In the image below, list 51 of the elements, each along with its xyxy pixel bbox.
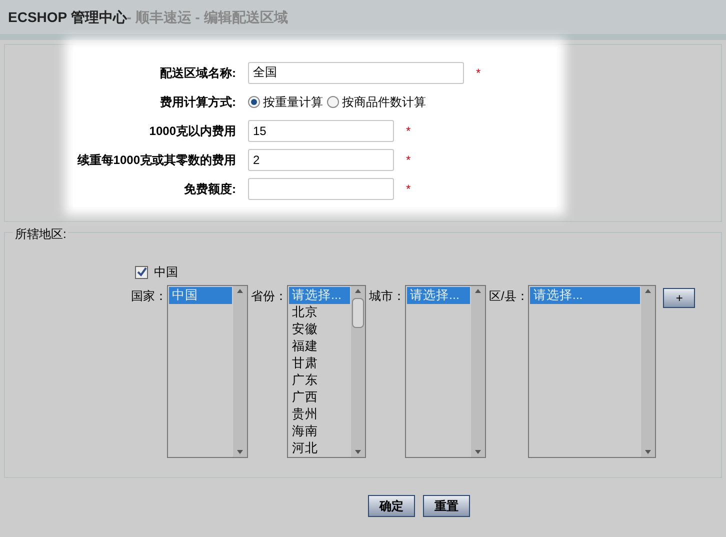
check-icon [136, 267, 146, 277]
scrollbar-drawing[interactable] [641, 286, 656, 457]
list-option[interactable]: 北京 [289, 304, 350, 321]
radio-option[interactable]: 按重量计算 [248, 92, 323, 110]
list-label: 国家： [131, 288, 167, 305]
scrollbar-drawing[interactable] [471, 286, 485, 457]
scrollbar-drawing[interactable] [351, 286, 365, 457]
field-label: 1000克以内费用 [148, 122, 237, 140]
section-legend: 所辖地区: [13, 225, 68, 243]
list-box[interactable]: 请选择... 北京 安徽 福建 甘肃 广东 广西 贵州 海南 河北 [287, 285, 366, 458]
radio-button[interactable] [248, 96, 260, 108]
region-checkbox-option[interactable]: 中国 [135, 263, 721, 281]
radio-button[interactable] [327, 96, 339, 108]
list-option[interactable]: 福建 [289, 338, 350, 355]
list-option[interactable]: 海南 [289, 423, 350, 440]
list-box[interactable]: 中国 [167, 285, 248, 458]
field-label: 免费额度: [183, 180, 237, 198]
form-button[interactable]: 重置 [423, 495, 470, 517]
required-mark: * [406, 152, 411, 168]
field-label: 续重每1000克或其零数的费用 [76, 152, 237, 168]
list-box[interactable]: 请选择... [405, 285, 486, 458]
page-subtitle: - 顺丰速运 - 编辑配送区域 [126, 8, 288, 26]
input-field[interactable] [248, 178, 394, 200]
list-option[interactable]: 广东 [289, 372, 350, 389]
form-button[interactable]: 确定 [368, 495, 415, 517]
list-label: 城市： [369, 288, 405, 305]
input-field[interactable]: 15 [248, 120, 394, 142]
list-label: 省份： [251, 288, 287, 305]
add-button[interactable]: + [663, 288, 696, 308]
checkbox[interactable] [135, 266, 148, 278]
list-box[interactable]: 请选择... [528, 285, 656, 458]
list-option[interactable]: 河北 [289, 440, 350, 457]
radio-option[interactable]: 按商品件数计算 [327, 92, 426, 110]
required-mark: * [406, 122, 411, 140]
list-option[interactable]: 请选择... [530, 287, 640, 304]
list-option[interactable]: 请选择... [407, 287, 470, 304]
input-field[interactable]: 全国 [248, 62, 464, 84]
required-mark: * [476, 64, 481, 82]
list-option[interactable]: 安徽 [289, 321, 350, 338]
list-option[interactable]: 请选择... [289, 287, 350, 304]
list-label: 区/县： [489, 288, 528, 305]
list-option[interactable]: 广西 [289, 389, 350, 406]
app-title: ECSHOP 管理中心 [8, 8, 127, 26]
required-mark: * [406, 180, 411, 198]
field-label: 配送区域名称: [159, 64, 237, 82]
scrollbar-drawing[interactable] [233, 286, 247, 457]
input-field[interactable]: 2 [248, 148, 394, 170]
field-label: 费用计算方式: [159, 94, 237, 110]
list-option[interactable]: 贵州 [289, 406, 350, 423]
list-option[interactable]: 甘肃 [289, 355, 350, 372]
list-option[interactable]: 中国 [169, 287, 232, 304]
